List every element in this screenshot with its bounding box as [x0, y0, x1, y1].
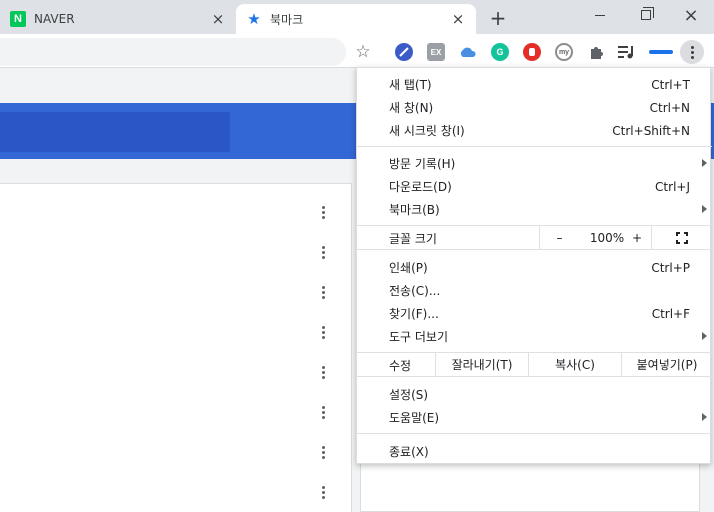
bookmark-row-menu-icon[interactable]: [316, 444, 330, 460]
dot-icon: [690, 45, 694, 49]
fullscreen-icon: [676, 231, 688, 244]
new-tab-button[interactable]: +: [486, 6, 510, 30]
menu-divider: [357, 249, 712, 250]
menu-item-incognito[interactable]: 새 시크릿 창(I) Ctrl+Shift+N: [357, 119, 712, 142]
menu-zoom-row: 글꼴 크기 – 100% +: [357, 226, 712, 249]
menu-item-exit[interactable]: 종료(X): [357, 440, 712, 463]
bookmark-row-menu-icon[interactable]: [316, 284, 330, 300]
bookmark-row-menu-icon[interactable]: [316, 364, 330, 380]
menu-item-history[interactable]: 방문 기록(H): [357, 152, 712, 175]
menu-item-new-window[interactable]: 새 창(N) Ctrl+N: [357, 96, 712, 119]
menu-edit-row: 수정 잘라내기(T) 복사(C) 붙여넣기(P): [357, 353, 712, 376]
bookmark-list: [0, 183, 352, 512]
tab-strip: N NAVER × ★ 북마크 × + ×: [0, 0, 714, 34]
zoom-label: 글꼴 크기: [389, 232, 437, 246]
bookmark-row-menu-icon[interactable]: [316, 204, 330, 220]
bookmark-row-menu-icon[interactable]: [316, 324, 330, 340]
tab-bookmarks[interactable]: ★ 북마크 ×: [236, 4, 476, 34]
bookmark-star-icon[interactable]: ☆: [352, 41, 374, 63]
menu-item-bookmarks[interactable]: 북마크(B): [357, 198, 712, 221]
close-icon: ×: [683, 4, 699, 26]
menu-item-print[interactable]: 인쇄(P) Ctrl+P: [357, 256, 712, 279]
bookmark-search-input[interactable]: [0, 112, 230, 152]
paste-button[interactable]: 붙여넣기(P): [621, 353, 712, 376]
blue-shield-extension-icon[interactable]: [395, 43, 413, 61]
menu-divider: [357, 146, 712, 147]
maximize-button[interactable]: [623, 0, 669, 30]
copy-button[interactable]: 복사(C): [528, 353, 621, 376]
wordmark-extension-icon[interactable]: [648, 43, 674, 61]
close-window-button[interactable]: ×: [668, 0, 714, 30]
bookmark-row-menu-icon[interactable]: [316, 244, 330, 260]
puzzle-extension-icon[interactable]: [587, 43, 605, 61]
close-tab-icon[interactable]: ×: [450, 10, 466, 28]
menu-item-settings[interactable]: 설정(S): [357, 383, 712, 406]
cloud-extension-icon[interactable]: [459, 43, 477, 61]
tab-title: 북마크: [270, 12, 304, 27]
minimize-icon: [595, 14, 605, 16]
restore-icon: [641, 7, 654, 20]
bookmark-row-menu-icon[interactable]: [316, 484, 330, 500]
my-extension-icon[interactable]: my: [555, 43, 573, 61]
menu-divider: [357, 433, 712, 434]
menu-item-more-tools[interactable]: 도구 더보기: [357, 325, 712, 348]
dot-icon: [690, 55, 694, 59]
submenu-arrow-icon: [702, 159, 707, 167]
submenu-arrow-icon: [702, 205, 707, 213]
tab-title: NAVER: [34, 12, 75, 26]
grammarly-extension-icon[interactable]: G: [491, 43, 509, 61]
submenu-arrow-icon: [702, 332, 707, 340]
menu-item-find[interactable]: 찾기(F)... Ctrl+F: [357, 302, 712, 325]
close-tab-icon[interactable]: ×: [210, 10, 226, 28]
media-playlist-icon[interactable]: [618, 43, 636, 61]
cut-button[interactable]: 잘라내기(T): [435, 353, 528, 376]
naver-icon: N: [10, 11, 26, 27]
stop-hand-extension-icon[interactable]: [523, 43, 541, 61]
menu-item-help[interactable]: 도움말(E): [357, 406, 712, 429]
chrome-menu-button[interactable]: [680, 40, 704, 64]
zoom-out-button[interactable]: –: [539, 226, 579, 249]
address-bar[interactable]: [0, 38, 346, 66]
zoom-in-button[interactable]: +: [621, 226, 653, 249]
star-icon: ★: [247, 10, 261, 28]
dot-icon: [690, 50, 694, 54]
browser-toolbar: ☆ EX G my: [0, 34, 714, 68]
chrome-main-menu: 새 탭(T) Ctrl+T 새 창(N) Ctrl+N 새 시크릿 창(I) C…: [356, 67, 712, 464]
menu-item-downloads[interactable]: 다운로드(D) Ctrl+J: [357, 175, 712, 198]
tab-naver[interactable]: N NAVER ×: [0, 4, 236, 34]
menu-item-new-tab[interactable]: 새 탭(T) Ctrl+T: [357, 73, 712, 96]
submenu-arrow-icon: [702, 413, 707, 421]
ex-extension-icon[interactable]: EX: [427, 43, 445, 61]
minimize-button[interactable]: [577, 0, 623, 30]
menu-divider: [357, 376, 712, 377]
bookmark-row-menu-icon[interactable]: [316, 404, 330, 420]
fullscreen-button[interactable]: [651, 226, 712, 249]
menu-item-cast[interactable]: 전송(C)...: [357, 279, 712, 302]
edit-label: 수정: [389, 359, 412, 373]
